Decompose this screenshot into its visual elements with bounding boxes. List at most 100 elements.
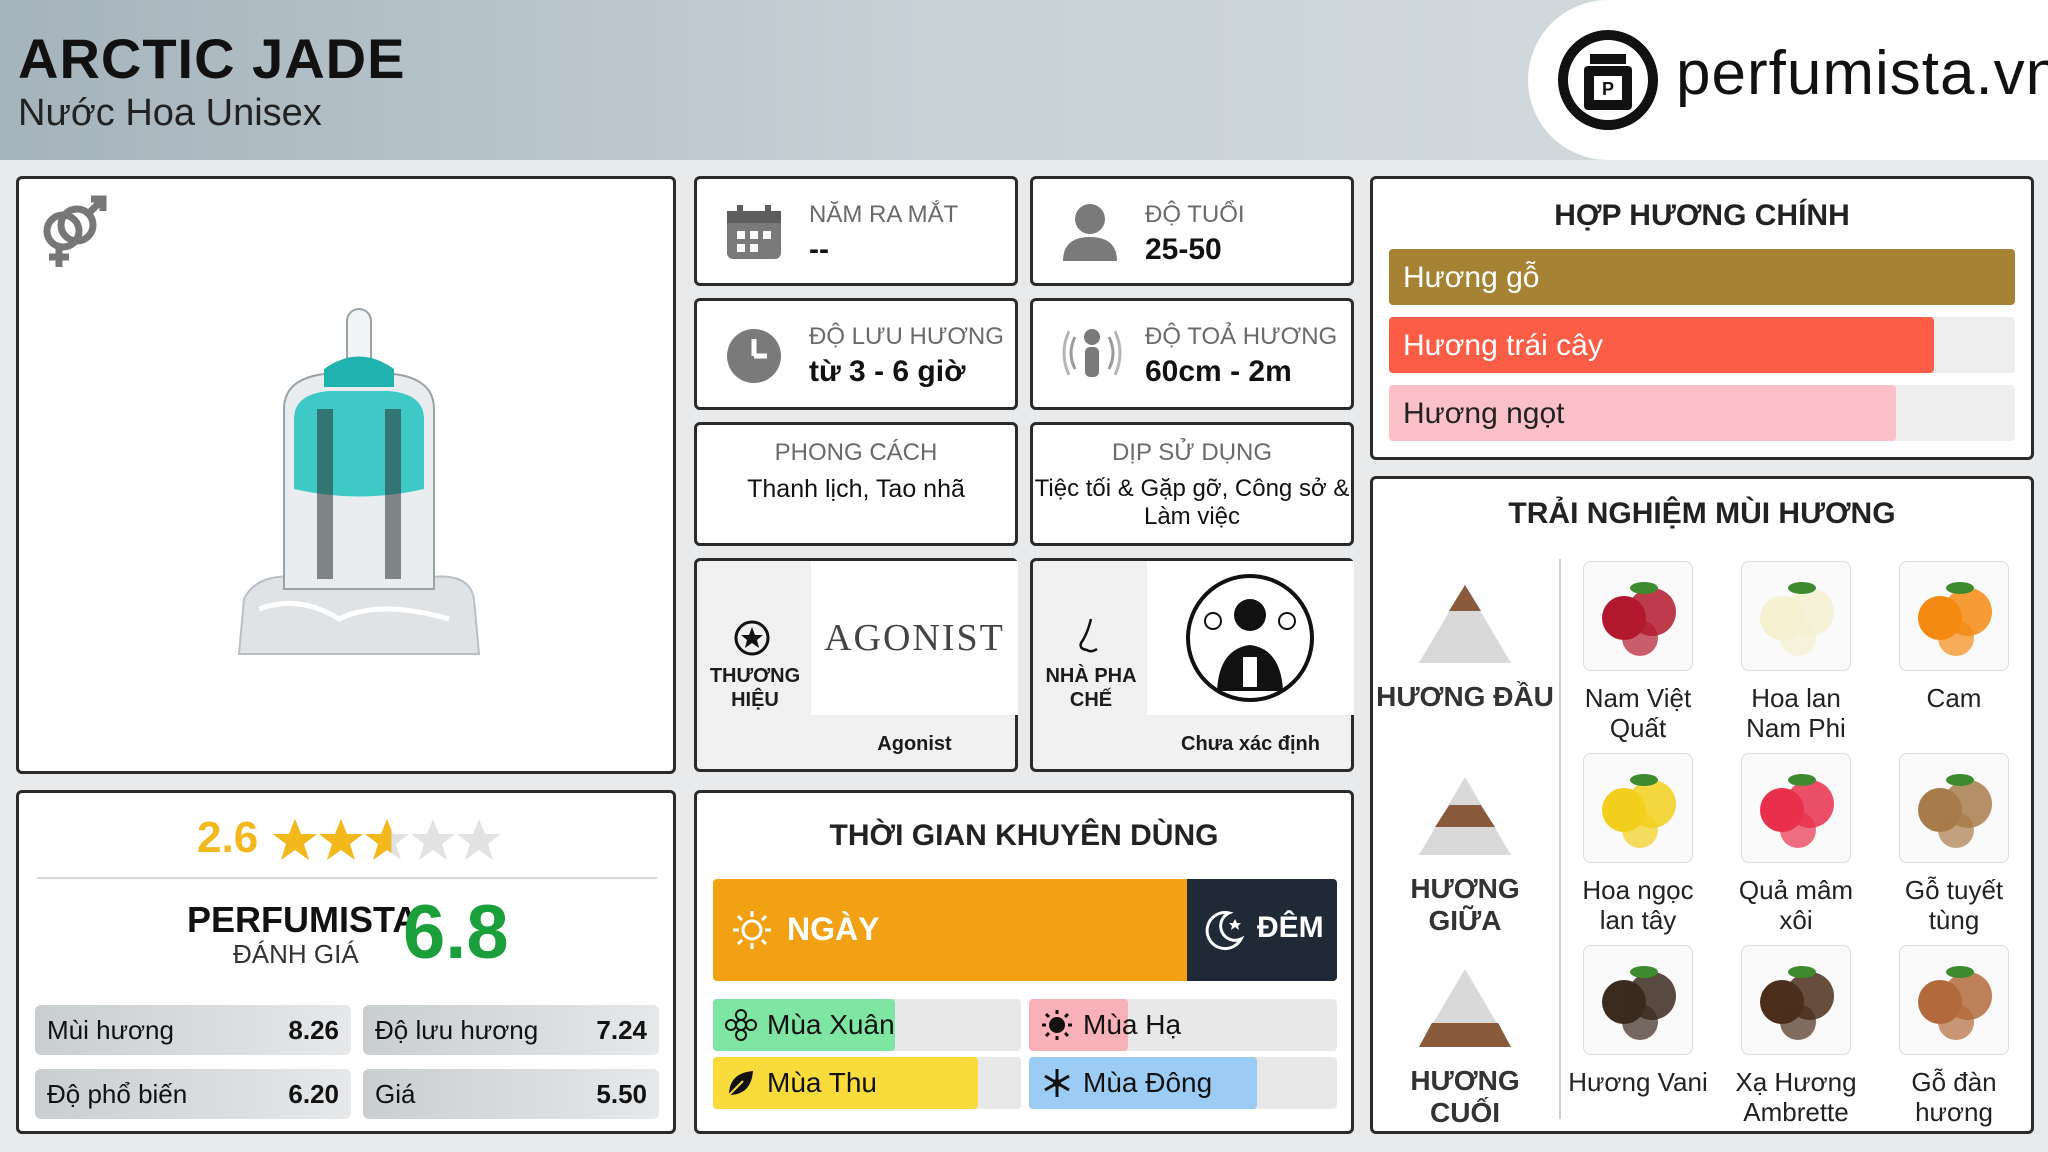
- cedar-icon[interactable]: [1899, 753, 2009, 863]
- season-bar: Mùa Thu: [713, 1057, 1021, 1109]
- score-box: Độ lưu hương 7.24: [363, 1005, 659, 1055]
- perfumer-card[interactable]: NHÀ PHA CHẾ Chưa xác định: [1030, 558, 1354, 772]
- note-name-line1: Hoa lan: [1751, 683, 1841, 713]
- rating-score: 2.6: [197, 813, 259, 862]
- note-name-line2: Quất: [1609, 713, 1667, 743]
- brand-logo-image: AGONIST: [811, 561, 1018, 715]
- score-value: 8.26: [288, 1015, 339, 1045]
- vanilla-icon[interactable]: [1583, 945, 1693, 1055]
- note-name-line2: xôi: [1779, 905, 1813, 935]
- score-label: Giá: [375, 1079, 416, 1109]
- sillage-card: ĐỘ TOẢ HƯƠNG 60cm - 2m: [1030, 298, 1354, 410]
- day-label: NGÀY: [787, 911, 880, 947]
- season-label: Mùa Xuân: [767, 1009, 895, 1040]
- snowflake-icon: [1041, 1067, 1073, 1099]
- perfumer-avatar: [1147, 561, 1354, 715]
- score-box: Độ phổ biến 6.20: [35, 1069, 351, 1119]
- middle-note-label: HƯƠNG GIỮA: [1410, 873, 1520, 936]
- note-name: Gỗ đàn hương: [1879, 1067, 2029, 1127]
- accord-label: Hương gỗ: [1403, 261, 1540, 294]
- occasion-value-line1: Tiệc tối & Gặp gỡ, Công sở &: [1034, 475, 1350, 502]
- top-note-label: HƯƠNG ĐẦU: [1376, 681, 1554, 712]
- rating-label: ĐÁNH GIÁ: [233, 939, 359, 969]
- star-icon: [457, 819, 501, 860]
- unisex-icon: [33, 193, 113, 273]
- occasion-label: DỊP SỬ DỤNG: [1111, 439, 1273, 466]
- perfumista-brand-label: PERFUMISTA: [187, 899, 419, 940]
- brand-logo[interactable]: P perfumista.vn: [1528, 0, 2048, 160]
- star-badge-icon: [733, 619, 771, 657]
- accord-label: Hương ngọt: [1403, 397, 1565, 430]
- score-value: 6.20: [288, 1079, 339, 1109]
- base-note-label: HƯƠNG CUỐI: [1410, 1065, 1520, 1128]
- raspberry-icon[interactable]: [1741, 753, 1851, 863]
- style-label: PHONG CÁCH: [774, 439, 938, 466]
- top-note-pyramid-tip: [1449, 585, 1481, 611]
- note-name: Cam: [1879, 683, 2029, 713]
- note-name: Hoa lan Nam Phi: [1721, 683, 1871, 743]
- longevity-label: ĐỘ LƯU HƯƠNG: [809, 323, 1004, 350]
- base-note-pyramid-base: [1419, 1023, 1511, 1047]
- sun-icon: [731, 909, 773, 951]
- accords-title: HỢP HƯƠNG CHÍNH: [1554, 199, 1850, 232]
- score-box: Mùi hương 8.26: [35, 1005, 351, 1055]
- note-name-line2: tùng: [1928, 905, 1980, 935]
- note-name-line1: Gỗ tuyết: [1904, 875, 2004, 905]
- night-label: ĐÊM: [1257, 911, 1324, 944]
- brand-name: Agonist: [877, 733, 952, 755]
- sillage-value: 60cm - 2m: [1145, 355, 1292, 388]
- freesia-icon[interactable]: [1741, 561, 1851, 671]
- time-title: THỜI GIAN KHUYÊN DÙNG: [829, 819, 1219, 852]
- longevity-card: ĐỘ LƯU HƯƠNG từ 3 - 6 giờ: [694, 298, 1018, 410]
- note-name-line1: Gỗ đàn: [1911, 1067, 1997, 1097]
- notes-divider: [1559, 559, 1561, 1119]
- night-segment: ĐÊM: [1187, 879, 1337, 981]
- notes-card: TRẢI NGHIỆM MÙI HƯƠNG HƯƠNG ĐẦU HƯƠNG GI…: [1370, 476, 2034, 1134]
- leaf-icon: [725, 1067, 757, 1099]
- style-card: PHONG CÁCH Thanh lịch, Tao nhã: [694, 422, 1018, 546]
- perfume-bottle-image: [229, 299, 489, 679]
- day-segment: NGÀY: [713, 879, 1187, 981]
- age-value: 25-50: [1145, 233, 1222, 266]
- sun-icon: [1041, 1009, 1073, 1041]
- note-name: Gỗ tuyết tùng: [1879, 875, 2029, 935]
- ambrette-icon[interactable]: [1741, 945, 1851, 1055]
- brand-label-line1: THƯƠNG: [709, 665, 801, 687]
- season-bar: Mùa Xuân: [713, 999, 1021, 1051]
- clock-icon: [725, 327, 783, 385]
- total-score: 6.8: [403, 890, 509, 975]
- product-image-card: [16, 176, 676, 774]
- note-name-line2: Ambrette: [1743, 1097, 1849, 1127]
- season-label: Mùa Đông: [1083, 1067, 1213, 1098]
- note-name: Hoa ngọc lan tây: [1563, 875, 1713, 935]
- accord-bar: Hương trái cây: [1389, 317, 2015, 373]
- day-night-bar: NGÀY ĐÊM: [713, 879, 1337, 981]
- note-name-line1: Hương Vani: [1568, 1067, 1708, 1097]
- cranberry-icon[interactable]: [1583, 561, 1693, 671]
- rating-divider: [37, 877, 657, 879]
- occasion-card: DỊP SỬ DỤNG Tiệc tối & Gặp gỡ, Công sở &…: [1030, 422, 1354, 546]
- style-value: Thanh lịch, Tao nhã: [747, 475, 965, 503]
- perfume-logo-icon: P: [1558, 30, 1658, 130]
- score-label: Độ phổ biến: [47, 1079, 188, 1109]
- score-label: Mùi hương: [47, 1015, 174, 1045]
- score-value: 7.24: [596, 1015, 647, 1045]
- accord-label: Hương trái cây: [1403, 329, 1603, 362]
- note-name: Nam Việt Quất: [1563, 683, 1713, 743]
- orange-icon[interactable]: [1899, 561, 2009, 671]
- age-label: ĐỘ TUỔI: [1145, 201, 1245, 228]
- rating-card: 2.6 PERFUMISTA ĐÁNH GIÁ 6.8 Mùi hương 8.2…: [16, 790, 676, 1134]
- sandalwood-icon[interactable]: [1899, 945, 2009, 1055]
- score-box: Giá 5.50: [363, 1069, 659, 1119]
- star-icon: [411, 819, 455, 860]
- ylang-ylang-icon[interactable]: [1583, 753, 1693, 863]
- brand-card[interactable]: THƯƠNG HIỆU AGONIST Agonist: [694, 558, 1018, 772]
- longevity-value: từ 3 - 6 giờ: [809, 355, 966, 388]
- season-label: Mùa Hạ: [1083, 1009, 1182, 1040]
- note-name-line1: Cam: [1926, 683, 1982, 713]
- note-name-line1: Hoa ngọc: [1582, 875, 1694, 905]
- accords-card: HỢP HƯƠNG CHÍNH Hương gỗ Hương trái cây Hư…: [1370, 176, 2034, 460]
- note-name: Hương Vani: [1563, 1067, 1713, 1097]
- note-name-line1: Nam Việt: [1584, 683, 1692, 713]
- product-subtitle: Nước Hoa Unisex: [18, 92, 322, 134]
